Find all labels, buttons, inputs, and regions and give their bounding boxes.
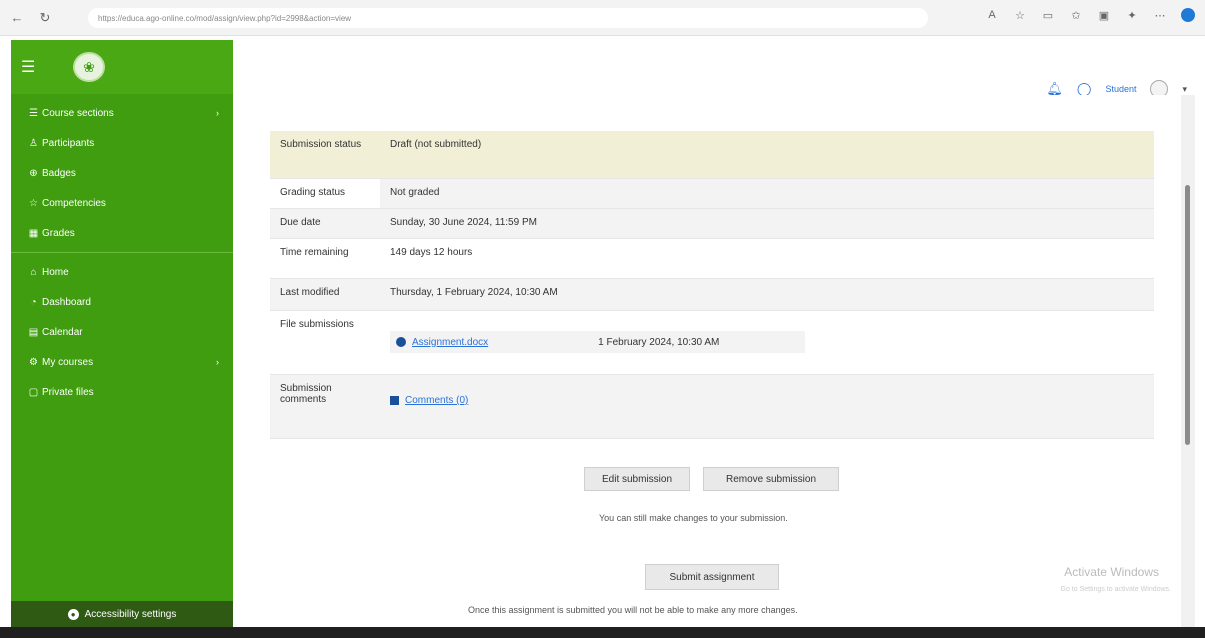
table-row: Submission status Draft (not submitted) — [270, 131, 1154, 179]
chevron-right-icon: › — [216, 108, 219, 118]
star-icon: ☆ — [29, 197, 38, 209]
sidebar-item-label: Private files — [42, 386, 94, 398]
row-label: Submission status — [270, 131, 380, 178]
sidebar-item-calendar[interactable]: ▤ Calendar — [11, 317, 233, 347]
table-row: File submissions Assignment.docx 1 Febru… — [270, 311, 1154, 375]
accessibility-label: Accessibility settings — [84, 608, 177, 620]
activation-watermark: Activate Windows — [1064, 565, 1159, 579]
address-bar[interactable]: https://educa.ago-online.co/mod/assign/v… — [88, 8, 928, 28]
sidebar-item-badges[interactable]: ⊕ Badges — [11, 158, 233, 188]
sidebar-item-label: Grades — [42, 227, 75, 239]
sidebar-item-home[interactable]: ⌂ Home — [11, 257, 233, 287]
chevron-down-icon[interactable]: ▾ — [1182, 84, 1187, 95]
submission-status-table: Submission status Draft (not submitted) … — [270, 131, 1154, 439]
read-aloud-icon[interactable]: A — [985, 8, 999, 22]
sidebar-item-my-courses[interactable]: ⚙ My courses › — [11, 347, 233, 377]
edit-note: You can still make changes to your submi… — [599, 513, 788, 523]
back-icon[interactable]: ← — [6, 7, 28, 29]
sidebar-divider — [11, 252, 233, 253]
activation-watermark-sub: Go to Settings to activate Windows. — [1060, 586, 1172, 593]
row-value: 149 days 12 hours — [390, 247, 473, 258]
edge-icon[interactable] — [1181, 8, 1195, 22]
dashboard-icon: ◔ — [30, 296, 37, 308]
people-icon: ♙ — [29, 137, 38, 149]
table-row: Submission comments Comments (0) — [270, 375, 1154, 439]
collections-icon[interactable]: ▣ — [1097, 8, 1111, 22]
favorite-icon[interactable]: ☆ — [1013, 8, 1027, 22]
row-value: Assignment.docx 1 February 2024, 10:30 A… — [380, 311, 1154, 374]
hamburger-icon[interactable]: ☰ — [21, 57, 43, 77]
file-item: Assignment.docx 1 February 2024, 10:30 A… — [390, 331, 805, 353]
sidebar-item-label: Calendar — [42, 326, 83, 338]
grades-icon: ▦ — [28, 227, 39, 239]
table-row: Time remaining 149 days 12 hours — [270, 239, 1154, 279]
comments-toggle[interactable]: Comments (0) — [390, 395, 1144, 406]
files-icon: ▢ — [28, 386, 39, 398]
sidebar-item-label: Participants — [42, 137, 95, 149]
user-name[interactable]: Student — [1105, 84, 1136, 94]
table-row: Due date Sunday, 30 June 2024, 11:59 PM — [270, 209, 1154, 239]
courses-icon: ⚙ — [29, 356, 38, 368]
browser-toolbar: ← ↻ https://educa.ago-online.co/mod/assi… — [0, 0, 1205, 36]
sidebar-item-label: Dashboard — [42, 296, 91, 308]
file-icon — [396, 337, 406, 347]
table-row: Grading status Not graded — [270, 179, 1154, 209]
sidebar-item-course-sections[interactable]: ☰ Course sections › — [11, 98, 233, 128]
row-label: Grading status — [270, 179, 380, 208]
submit-assignment-button[interactable]: Submit assignment — [645, 564, 779, 590]
home-icon: ⌂ — [30, 266, 37, 278]
course-nav: ☰ Course sections › ♙ Participants ⊕ Bad… — [11, 94, 233, 407]
badge-icon: ⊕ — [29, 167, 38, 179]
submit-note: Once this assignment is submitted you wi… — [468, 605, 798, 615]
main-content: Submission status Draft (not submitted) … — [233, 95, 1195, 627]
sidebar-item-grades[interactable]: ▦ Grades — [11, 218, 233, 248]
extensions-icon[interactable]: ✦ — [1125, 8, 1139, 22]
taskbar — [0, 627, 1205, 638]
row-label: Submission comments — [280, 383, 332, 405]
row-value: Sunday, 30 June 2024, 11:59 PM — [390, 217, 537, 228]
chevron-right-icon: › — [216, 357, 219, 367]
refresh-icon[interactable]: ↻ — [34, 7, 56, 29]
more-icon[interactable]: ⋯ — [1153, 8, 1167, 22]
calendar-icon: ▤ — [28, 326, 39, 338]
comments-link[interactable]: Comments (0) — [405, 395, 468, 406]
sidebar-header: ☰ ❀ — [11, 40, 233, 94]
favorites-bar-icon[interactable]: ✩ — [1069, 8, 1083, 22]
accessibility-icon: ● — [67, 608, 79, 620]
sidebar-item-label: Course sections — [42, 107, 114, 119]
file-link[interactable]: Assignment.docx — [412, 337, 488, 348]
list-icon: ☰ — [29, 107, 38, 119]
browser-icons: A ☆ ▭ ✩ ▣ ✦ ⋯ — [985, 8, 1195, 22]
row-label: Due date — [280, 217, 321, 228]
expand-icon — [390, 396, 399, 405]
sidebar-item-private-files[interactable]: ▢ Private files — [11, 377, 233, 407]
edit-submission-button[interactable]: Edit submission — [584, 467, 690, 491]
row-value: Draft (not submitted) — [390, 139, 482, 150]
scrollbar-thumb[interactable] — [1185, 185, 1190, 445]
row-value: Comments (0) — [380, 375, 1154, 438]
row-label: Time remaining — [280, 247, 349, 258]
scrollbar[interactable] — [1181, 95, 1195, 627]
url-text: https://educa.ago-online.co/mod/assign/v… — [98, 13, 352, 23]
sidebar-item-label: Home — [42, 266, 69, 278]
sidebar: ☰ ❀ ☰ Course sections › ♙ Participants ⊕… — [11, 40, 233, 627]
site-logo[interactable]: ❀ — [73, 52, 105, 82]
sidebar-item-dashboard[interactable]: ◔ Dashboard — [11, 287, 233, 317]
row-value: Not graded — [390, 187, 440, 198]
accessibility-settings-button[interactable]: ● Accessibility settings — [11, 601, 233, 627]
remove-submission-button[interactable]: Remove submission — [703, 467, 839, 491]
row-label: File submissions — [280, 319, 354, 330]
row-label: Last modified — [280, 287, 340, 298]
row-value: Thursday, 1 February 2024, 10:30 AM — [390, 287, 558, 298]
sidebar-item-label: Badges — [42, 167, 76, 179]
table-row: Last modified Thursday, 1 February 2024,… — [270, 279, 1154, 311]
sidebar-item-competencies[interactable]: ☆ Competencies — [11, 188, 233, 218]
sidebar-item-label: Competencies — [42, 197, 106, 209]
sidebar-item-participants[interactable]: ♙ Participants — [11, 128, 233, 158]
split-screen-icon[interactable]: ▭ — [1041, 8, 1055, 22]
sidebar-item-label: My courses — [42, 356, 94, 368]
file-date: 1 February 2024, 10:30 AM — [598, 336, 720, 348]
